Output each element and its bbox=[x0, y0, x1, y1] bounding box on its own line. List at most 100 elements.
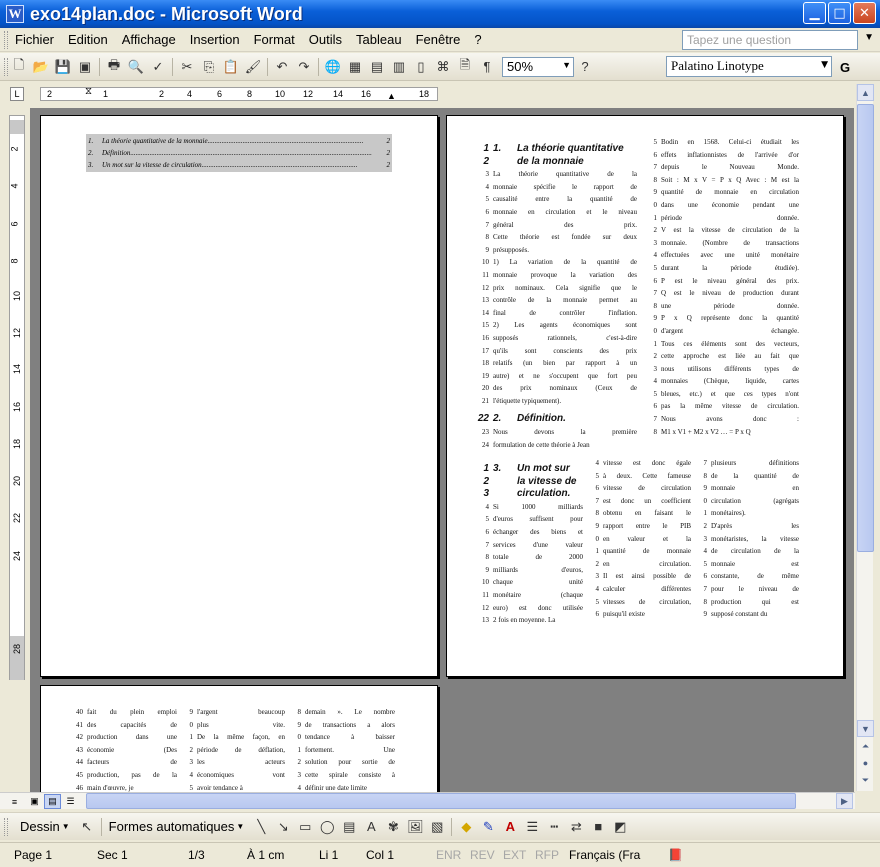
line-text[interactable]: vitesse est donc égale bbox=[603, 457, 691, 470]
line-text[interactable]: économie (Des bbox=[87, 744, 177, 757]
bold-button[interactable]: G bbox=[840, 60, 850, 75]
arrow-style-icon[interactable]: ⇄ bbox=[565, 816, 587, 838]
line-text[interactable]: monnaie spécifie le rapport de bbox=[493, 181, 637, 194]
line-text[interactable]: D'après les bbox=[711, 520, 799, 533]
menu-insertion[interactable]: Insertion bbox=[183, 32, 247, 47]
insert-excel-icon[interactable]: ▥ bbox=[388, 56, 410, 78]
line-text[interactable]: M1 x V1 + M2 x V2 … = P x Q bbox=[661, 426, 799, 439]
drawing-icon[interactable]: ⌘ bbox=[432, 56, 454, 78]
line-text[interactable]: de la quantité de bbox=[711, 470, 799, 483]
table-of-contents[interactable]: 1. La théorie quantitative de la monnaie.… bbox=[86, 134, 392, 172]
clipart-icon[interactable]: 🖼 bbox=[404, 816, 426, 838]
open-folder-icon[interactable]: 📂 bbox=[30, 56, 52, 78]
vertical-ruler[interactable]: 2 4 6 8 10 12 14 16 18 20 22 24 28 bbox=[9, 115, 25, 680]
status-overtype[interactable]: RFP bbox=[535, 848, 559, 862]
line-text[interactable]: vitesse de circulation bbox=[603, 482, 691, 495]
previous-page-icon[interactable]: ⏶ bbox=[857, 738, 874, 755]
line-text[interactable]: chaque unité bbox=[493, 576, 583, 589]
redo-icon[interactable]: ↷ bbox=[293, 56, 315, 78]
line-text[interactable]: avoir tendance à bbox=[197, 782, 285, 792]
menu-format[interactable]: Format bbox=[247, 32, 302, 47]
line-text[interactable]: fortement. Une bbox=[305, 744, 395, 757]
line-text[interactable]: pour le niveau de bbox=[711, 583, 799, 596]
toc-entry[interactable]: 2. Définition............................… bbox=[88, 147, 390, 159]
line-text[interactable]: période donnée. bbox=[661, 212, 799, 225]
line-text[interactable]: monnaie. (Nombre de transactions bbox=[661, 237, 799, 250]
line-text[interactable]: tendance à baisser bbox=[305, 731, 395, 744]
line-text[interactable]: de transactions a alors bbox=[305, 719, 395, 732]
line-text[interactable]: nous utilisons différents types de bbox=[661, 363, 799, 376]
line-text[interactable]: production dans une bbox=[87, 731, 177, 744]
chevron-down-icon[interactable]: ▼ bbox=[62, 822, 70, 831]
status-extend-selection[interactable]: EXT bbox=[503, 848, 526, 862]
line-text[interactable]: depuis le Nouveau Monde. bbox=[661, 161, 799, 174]
vertical-scrollbar[interactable]: ▲ ▼ ⏶ ● ⏷ bbox=[856, 84, 874, 791]
line-text[interactable]: quantité de monnaie en circulation bbox=[661, 186, 799, 199]
toc-entry[interactable]: 1. La théorie quantitative de la monnaie.… bbox=[88, 135, 390, 147]
line-text[interactable]: des prix nominaux (Ceux de bbox=[493, 382, 637, 395]
line-text[interactable]: rapport entre le PIB bbox=[603, 520, 691, 533]
line-text[interactable]: formulation de cette théorie à Jean bbox=[493, 439, 637, 452]
scroll-thumb[interactable] bbox=[857, 104, 874, 552]
arrow-icon[interactable]: ↘ bbox=[272, 816, 294, 838]
hyperlink-icon[interactable]: 🌐 bbox=[322, 56, 344, 78]
page-2[interactable]: 1 1. La théorie quantitative 2 de la monnai… bbox=[446, 115, 844, 677]
line-text[interactable]: monnaie en circulation et le niveau bbox=[493, 206, 637, 219]
line-text[interactable]: pas la même vitesse de circulation. bbox=[661, 400, 799, 413]
chevron-down-icon[interactable]: ▼ bbox=[821, 60, 828, 70]
line-text[interactable]: supposés rationnels, c'est-à-dire bbox=[493, 332, 637, 345]
text-box-icon[interactable]: ▤ bbox=[338, 816, 360, 838]
line-style-icon[interactable]: ☰ bbox=[521, 816, 543, 838]
line-text[interactable]: général des prix. bbox=[493, 219, 637, 232]
help-icon[interactable]: ? bbox=[574, 56, 596, 78]
line-text[interactable]: d'argent échangée. bbox=[661, 325, 799, 338]
line-text[interactable]: Q est le niveau de production durant bbox=[661, 287, 799, 300]
line-text[interactable]: effets inflationnistes de l'arrivée d'or bbox=[661, 149, 799, 162]
line-text[interactable]: vitesses de circulation, bbox=[603, 596, 691, 609]
next-page-icon[interactable]: ⏷ bbox=[857, 772, 874, 789]
chevron-down-icon[interactable]: ▼ bbox=[562, 60, 571, 70]
line-text[interactable]: de circulation de la bbox=[711, 545, 799, 558]
line-text[interactable]: relatifs (un bien par rapport à un bbox=[493, 357, 637, 370]
line-text[interactable]: contrôle de la monnaie permet au bbox=[493, 294, 637, 307]
line-text[interactable]: est donc un coefficient bbox=[603, 495, 691, 508]
line-text[interactable]: facteurs de bbox=[87, 756, 177, 769]
line-text[interactable]: monétaire (chaque bbox=[493, 589, 583, 602]
help-search-input[interactable]: Tapez une question bbox=[682, 30, 858, 50]
line-text[interactable]: bleues, etc.) et que ces types n'ont bbox=[661, 388, 799, 401]
line-text[interactable]: puisqu'il existe bbox=[603, 608, 691, 621]
show-hide-icon[interactable]: ¶ bbox=[476, 56, 498, 78]
line-text[interactable]: cette approche est liée au fait que bbox=[661, 350, 799, 363]
line-text[interactable]: euro) est donc utilisée bbox=[493, 602, 583, 615]
line-text[interactable]: des capacités de bbox=[87, 719, 177, 732]
line-text[interactable]: production, pas de la bbox=[87, 769, 177, 782]
line-text[interactable]: à deux. Cette fameuse bbox=[603, 470, 691, 483]
horizontal-scroll-thumb[interactable] bbox=[86, 793, 796, 809]
line-text[interactable]: monétaristes, la vitesse bbox=[711, 533, 799, 546]
close-button[interactable]: ✕ bbox=[853, 2, 876, 24]
line-text[interactable]: Bodin en 1568. Celui-ci étudiait les bbox=[661, 136, 799, 149]
indent-marker-icon[interactable]: ⧖ bbox=[85, 86, 92, 97]
shadow-style-icon[interactable]: ■ bbox=[587, 816, 609, 838]
document-area[interactable]: 1. La théorie quantitative de la monnaie.… bbox=[30, 108, 854, 792]
line-text[interactable]: causalité entre la quantité de bbox=[493, 193, 637, 206]
permission-icon[interactable]: ▣ bbox=[74, 56, 96, 78]
format-painter-icon[interactable]: 🖌 bbox=[242, 56, 264, 78]
line-text[interactable]: 2) Les agents économiques sont bbox=[493, 319, 637, 332]
line-text[interactable]: autre) et ne s'occupent que fort peu bbox=[493, 370, 637, 383]
line-text[interactable]: 2 fois en moyenne. La bbox=[493, 614, 583, 627]
line-text[interactable]: cette spirale consiste à bbox=[305, 769, 395, 782]
line-text[interactable]: une période donnée. bbox=[661, 300, 799, 313]
toc-entry[interactable]: 3. Un mot sur la vitesse de circulation..… bbox=[88, 159, 390, 171]
print-icon[interactable]: 🖶 bbox=[103, 56, 125, 78]
line-text[interactable]: en valeur et la bbox=[603, 533, 691, 546]
line-text[interactable]: totale de 2000 bbox=[493, 551, 583, 564]
line-text[interactable]: Nous avons donc : bbox=[661, 413, 799, 426]
line-text[interactable]: présupposés. bbox=[493, 244, 637, 257]
line-text[interactable]: main d'œuvre, je bbox=[87, 782, 177, 792]
line-text[interactable]: P x Q représente donc la quantité bbox=[661, 312, 799, 325]
menu-outils[interactable]: Outils bbox=[302, 32, 349, 47]
line-text[interactable]: Il est ainsi possible de bbox=[603, 570, 691, 583]
line-text[interactable]: services d'une valeur bbox=[493, 539, 583, 552]
save-icon[interactable]: 💾 bbox=[52, 56, 74, 78]
